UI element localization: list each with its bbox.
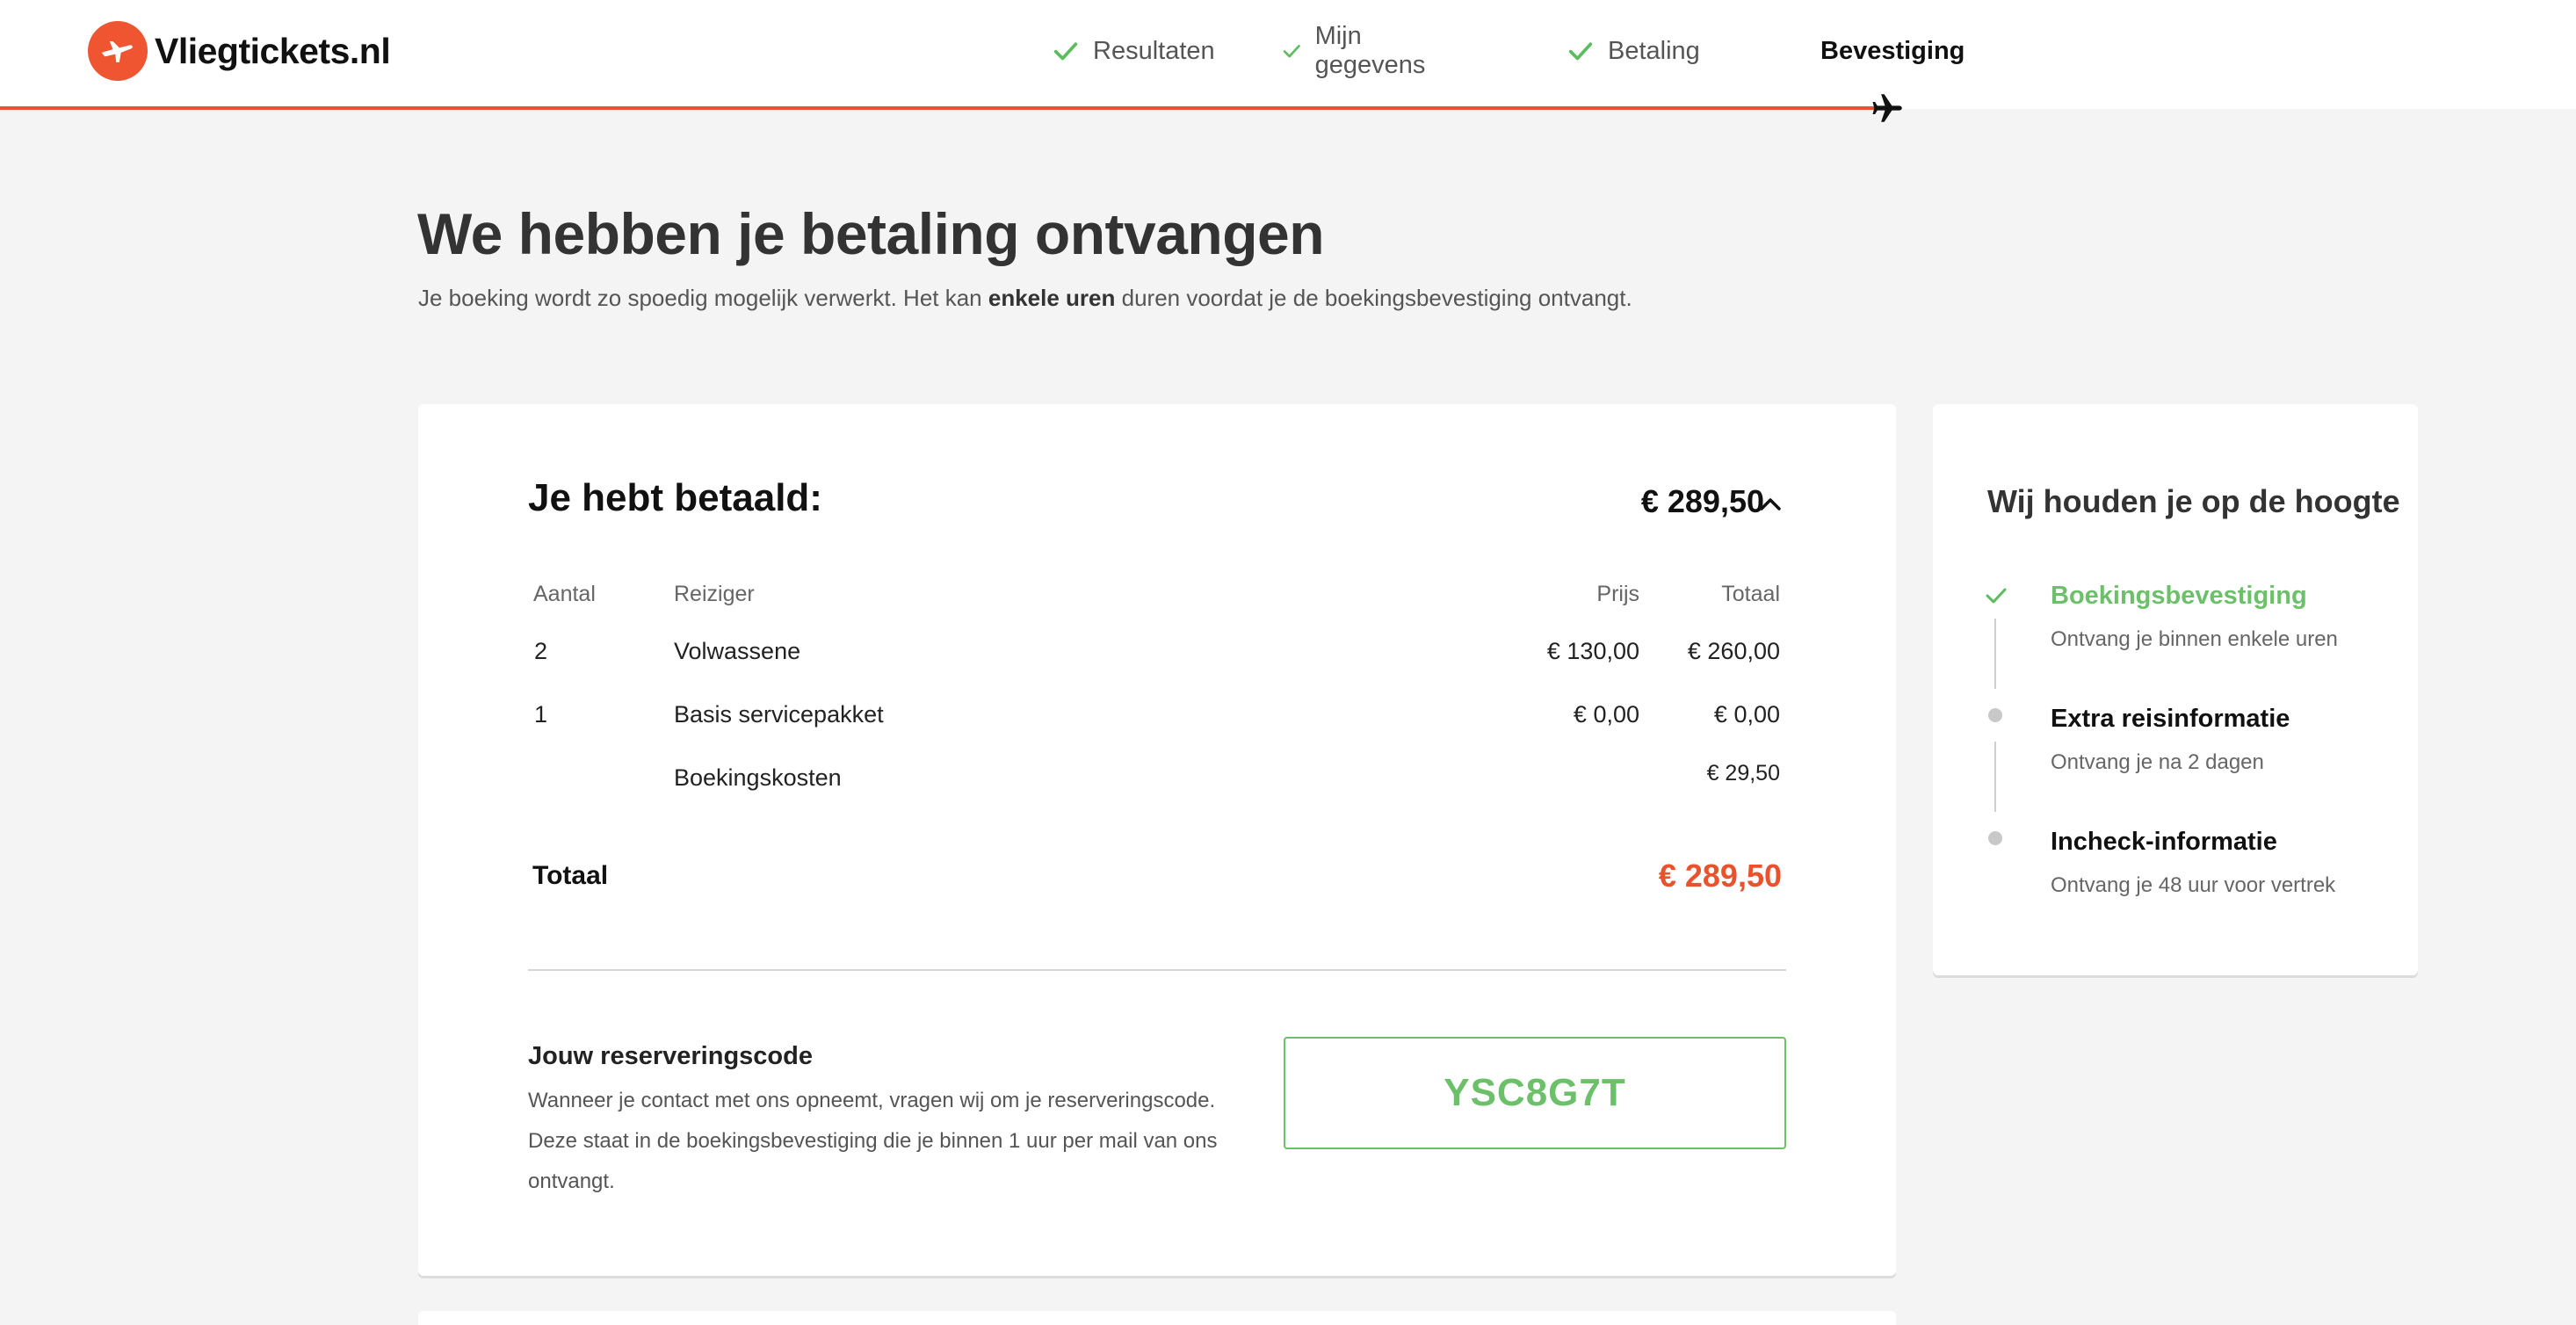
row-qty: 2 bbox=[534, 638, 548, 664]
row-qty: 1 bbox=[534, 701, 548, 728]
row-total: € 0,00 bbox=[1713, 701, 1780, 728]
row-traveler: Boekingskosten bbox=[674, 764, 842, 791]
page-subtitle: Je boeking wordt zo spoedig mogelijk ver… bbox=[418, 285, 1632, 311]
page-title: We hebben je betaling ontvangen bbox=[417, 201, 1325, 266]
column-header-price: Prijs bbox=[1596, 582, 1639, 606]
update-title: Incheck-informatie bbox=[2051, 828, 2277, 856]
update-title: Boekingsbevestiging bbox=[2051, 582, 2307, 610]
payment-summary-card: Je hebt betaald: € 289,50 Aantal Reizige… bbox=[418, 404, 1896, 1276]
reservation-description: Wanneer je contact met ons opneemt, vrag… bbox=[528, 1089, 1218, 1193]
progress-line bbox=[0, 106, 1880, 110]
timeline-line bbox=[1994, 619, 1996, 689]
row-traveler: Basis servicepakket bbox=[674, 701, 884, 728]
step-resultaten[interactable]: Resultaten bbox=[1051, 32, 1215, 70]
column-header-traveler: Reiziger bbox=[674, 582, 755, 606]
timeline-line bbox=[1994, 742, 1996, 812]
chevron-up-icon[interactable] bbox=[1759, 496, 1782, 511]
update-subtitle: Ontvang je na 2 dagen bbox=[2051, 750, 2264, 774]
payment-amount: € 289,50 bbox=[1640, 483, 1764, 519]
row-price: € 130,00 bbox=[1546, 638, 1639, 664]
airplane-progress-icon bbox=[1872, 94, 1902, 122]
divider bbox=[528, 969, 1786, 971]
step-label: Mijn gegevens bbox=[1314, 22, 1426, 79]
next-card bbox=[418, 1311, 1896, 1325]
column-header-qty: Aantal bbox=[533, 582, 596, 606]
timeline-dot bbox=[1988, 708, 2002, 722]
checkmark-icon bbox=[1986, 588, 2007, 604]
airplane-logo-icon bbox=[88, 21, 148, 81]
brand-logo[interactable]: Vliegtickets.nl bbox=[88, 19, 391, 83]
reservation-code-box: YSC8G7T bbox=[1284, 1037, 1786, 1149]
column-header-total: Totaal bbox=[1721, 582, 1780, 606]
updates-card: Wij houden je op de hoogte Boekingsbeves… bbox=[1933, 404, 2418, 975]
reservation-code: YSC8G7T bbox=[1444, 1071, 1626, 1114]
step-label: Betaling bbox=[1608, 36, 1700, 65]
timeline-dot bbox=[1988, 831, 2002, 845]
step-label: Resultaten bbox=[1093, 36, 1215, 65]
row-traveler: Volwassene bbox=[674, 638, 801, 664]
updates-title: Wij houden je op de hoogte bbox=[1987, 483, 2400, 519]
brand-name: Vliegtickets.nl bbox=[155, 30, 391, 71]
update-subtitle: Ontvang je binnen enkele uren bbox=[2051, 627, 2338, 651]
row-total: € 260,00 bbox=[1687, 638, 1780, 664]
payment-title: Je hebt betaald: bbox=[528, 476, 822, 519]
checkmark-icon bbox=[1053, 42, 1078, 61]
checkmark-icon bbox=[1568, 42, 1593, 61]
step-mijn-gegevens[interactable]: Mijn gegevens bbox=[1281, 22, 1434, 79]
step-bevestiging: Bevestiging bbox=[1820, 32, 1965, 70]
reservation-title: Jouw reserveringscode bbox=[528, 1042, 813, 1070]
total-label: Totaal bbox=[532, 861, 609, 890]
row-total: € 29,50 bbox=[1706, 761, 1780, 786]
row-price: € 0,00 bbox=[1573, 701, 1639, 728]
step-betaling[interactable]: Betaling bbox=[1566, 32, 1700, 70]
checkmark-icon bbox=[1283, 45, 1300, 58]
step-label: Bevestiging bbox=[1820, 36, 1965, 65]
total-amount: € 289,50 bbox=[1658, 858, 1782, 894]
update-title: Extra reisinformatie bbox=[2051, 705, 2290, 733]
update-subtitle: Ontvang je 48 uur voor vertrek bbox=[2051, 873, 2336, 897]
